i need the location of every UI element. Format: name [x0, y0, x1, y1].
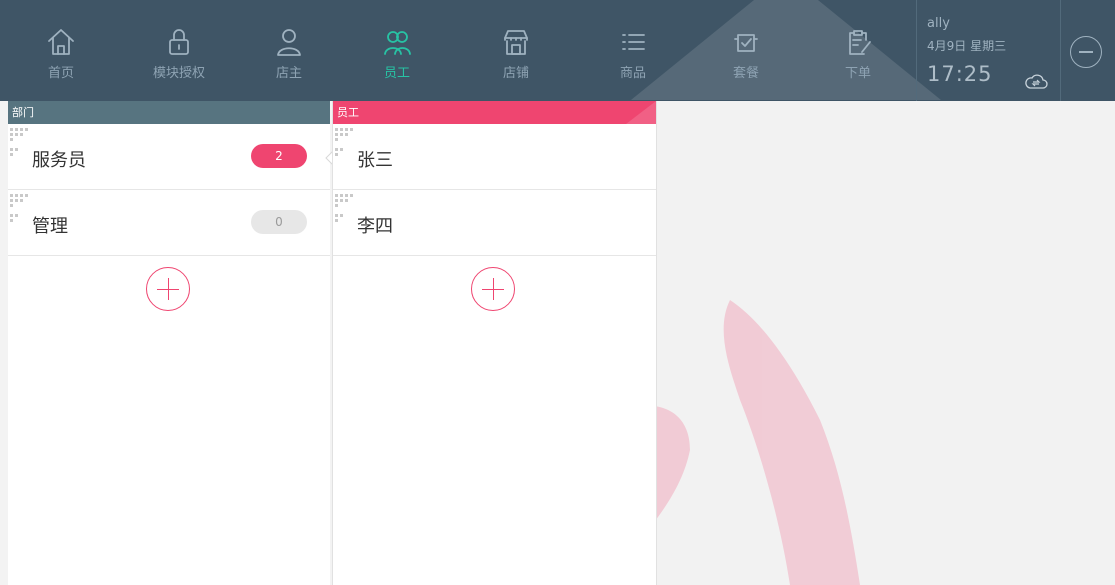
nav-label: 套餐 — [732, 66, 759, 81]
department-name: 服务员 — [32, 150, 86, 171]
department-header: 部门 — [8, 101, 330, 124]
department-row[interactable]: 服务员 2 — [8, 124, 338, 190]
nav-item-home[interactable]: 首页 — [22, 0, 100, 101]
users-icon — [381, 26, 413, 58]
nav-item-owner[interactable]: 店主 — [250, 0, 328, 101]
staff-count-badge: 2 — [251, 144, 307, 168]
staff-row[interactable]: 李四 — [333, 190, 656, 256]
user-name: ally — [927, 16, 950, 31]
nav-item-store[interactable]: 店铺 — [477, 0, 555, 101]
staff-name: 李四 — [357, 216, 393, 237]
logout-button[interactable] — [1070, 36, 1102, 68]
staff-header: 员工 — [333, 101, 656, 124]
user-info-panel: ally 4月9日 星期三 17:25 — [916, 0, 1061, 101]
user-icon — [273, 26, 305, 58]
nav-label: 下单 — [844, 66, 871, 81]
list-icon — [617, 26, 649, 58]
nav-label: 店铺 — [502, 66, 529, 81]
nav-item-module-auth[interactable]: 模块授权 — [140, 0, 218, 101]
nav-item-order[interactable]: 下单 — [819, 0, 897, 101]
store-icon — [500, 26, 532, 58]
lock-icon — [163, 26, 195, 58]
nav-label: 模块授权 — [152, 66, 205, 81]
nav-item-staff[interactable]: 员工 — [358, 0, 436, 101]
top-navigation-bar: 首页 模块授权 店主 员工 店铺 商品 套餐 下单 ally 4月9日 星期三 … — [0, 0, 1115, 101]
staff-column: 员工 张三 李四 — [332, 101, 657, 585]
nav-item-products[interactable]: 商品 — [594, 0, 672, 101]
current-time: 17:25 — [927, 62, 993, 86]
nav-item-package[interactable]: 套餐 — [707, 0, 785, 101]
nav-label: 商品 — [619, 66, 646, 81]
staff-count-badge: 0 — [251, 210, 307, 234]
home-icon — [45, 26, 77, 58]
add-staff-button[interactable] — [471, 267, 515, 311]
department-name: 管理 — [32, 216, 68, 237]
department-row[interactable]: 管理 0 — [8, 190, 330, 256]
add-department-button[interactable] — [146, 267, 190, 311]
detail-pane — [656, 101, 1115, 585]
staff-name: 张三 — [357, 150, 393, 171]
current-date: 4月9日 星期三 — [927, 39, 1007, 53]
staff-row[interactable]: 张三 — [333, 124, 656, 190]
cloud-sync-icon[interactable] — [1024, 72, 1048, 90]
nav-label: 首页 — [47, 66, 74, 81]
package-icon — [730, 26, 762, 58]
nav-label: 店主 — [275, 66, 302, 81]
nav-label: 员工 — [383, 66, 410, 81]
clipboard-icon — [842, 26, 874, 58]
department-column: 部门 服务员 2 管理 0 — [8, 101, 338, 585]
